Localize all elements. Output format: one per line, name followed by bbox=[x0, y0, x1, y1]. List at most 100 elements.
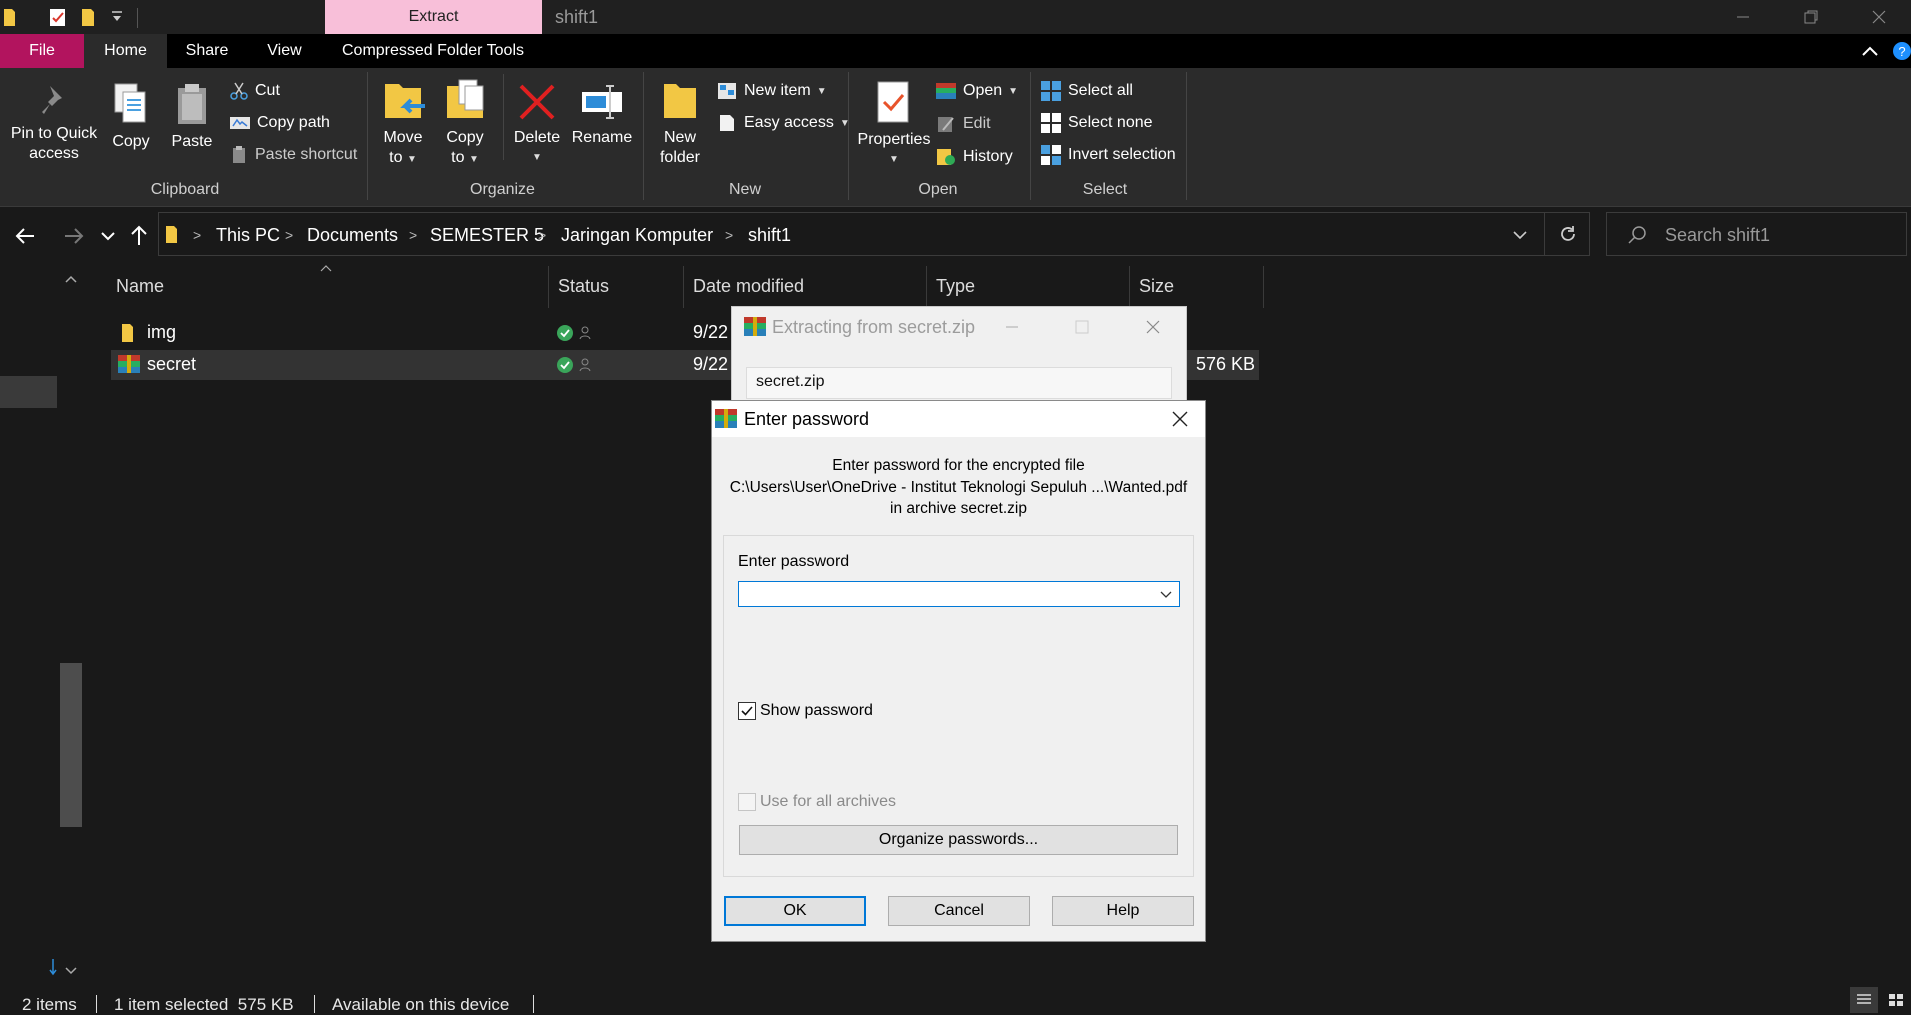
search-input[interactable] bbox=[1663, 213, 1897, 257]
password-input[interactable] bbox=[743, 584, 1147, 606]
scrollbar-thumb[interactable] bbox=[60, 663, 82, 827]
copy-button[interactable]: Copy bbox=[106, 82, 156, 152]
breadcrumb-this-pc[interactable]: This PC bbox=[216, 213, 280, 257]
progress-close-button[interactable] bbox=[1145, 319, 1161, 335]
show-password-option[interactable]: Show password bbox=[738, 702, 873, 720]
column-divider[interactable] bbox=[1129, 266, 1130, 308]
help-button[interactable]: ? bbox=[1892, 41, 1911, 61]
properties-button[interactable]: Properties ▼ bbox=[856, 80, 932, 170]
password-history-dropdown[interactable] bbox=[1158, 586, 1174, 602]
cancel-button[interactable]: Cancel bbox=[888, 896, 1030, 926]
dialog-close-button[interactable] bbox=[1171, 410, 1189, 428]
dialog-title-bar: Enter password bbox=[712, 401, 1205, 437]
chevron-up-icon bbox=[65, 275, 77, 283]
show-password-label: Show password bbox=[760, 702, 873, 719]
invert-selection-button[interactable]: Invert selection bbox=[1040, 142, 1176, 168]
breadcrumb-separator[interactable]: > bbox=[538, 213, 546, 257]
open-group-label: Open bbox=[918, 181, 958, 198]
delete-button[interactable]: Delete ▼ bbox=[512, 82, 562, 168]
column-divider[interactable] bbox=[1263, 266, 1264, 308]
history-button[interactable]: History bbox=[935, 144, 1013, 170]
edit-button[interactable]: Edit bbox=[935, 111, 991, 137]
back-button[interactable] bbox=[14, 224, 38, 248]
properties-quick-icon[interactable] bbox=[48, 6, 68, 28]
search-box[interactable] bbox=[1606, 212, 1907, 257]
breadcrumb-shift1[interactable]: shift1 bbox=[748, 213, 791, 257]
select-none-button[interactable]: Select none bbox=[1040, 110, 1153, 136]
forward-button[interactable] bbox=[61, 224, 85, 248]
divider bbox=[533, 995, 534, 1013]
minimize-icon bbox=[1006, 326, 1018, 328]
up-button[interactable] bbox=[127, 224, 151, 248]
column-divider[interactable] bbox=[548, 266, 549, 308]
breadcrumb-semester-5[interactable]: SEMESTER 5 bbox=[430, 213, 544, 257]
recent-locations-button[interactable] bbox=[100, 228, 116, 244]
details-view-button[interactable] bbox=[1850, 987, 1878, 1013]
tab-file[interactable]: File bbox=[0, 34, 84, 68]
cut-button[interactable]: Cut bbox=[229, 78, 280, 104]
column-divider[interactable] bbox=[683, 266, 684, 308]
tab-share[interactable]: Share bbox=[167, 34, 247, 68]
column-divider[interactable] bbox=[926, 266, 927, 308]
tab-home[interactable]: Home bbox=[84, 34, 167, 68]
column-header-size[interactable]: Size bbox=[1139, 276, 1174, 297]
large-icons-view-button[interactable] bbox=[1882, 987, 1910, 1013]
info-line-1: Enter password for the encrypted file bbox=[832, 457, 1085, 474]
new-item-label: New item bbox=[744, 82, 811, 99]
address-bar[interactable]: > This PC > Documents > SEMESTER 5 > Jar… bbox=[158, 212, 1590, 256]
edit-icon bbox=[938, 117, 954, 132]
tab-view[interactable]: View bbox=[247, 34, 322, 68]
paste-shortcut-button[interactable]: Paste shortcut bbox=[229, 142, 357, 168]
column-header-status[interactable]: Status bbox=[558, 276, 609, 297]
breadcrumb-jaringan-komputer[interactable]: Jaringan Komputer bbox=[561, 213, 713, 257]
refresh-button[interactable] bbox=[1544, 213, 1591, 255]
breadcrumb-separator[interactable]: > bbox=[725, 213, 733, 257]
rename-button[interactable]: Rename bbox=[570, 82, 634, 148]
easy-access-button[interactable]: Easy access ▼ bbox=[716, 110, 850, 136]
close-button[interactable] bbox=[1845, 0, 1911, 34]
tab-compressed-folder-tools[interactable]: Compressed Folder Tools bbox=[330, 34, 536, 68]
group-separator bbox=[643, 72, 644, 200]
breadcrumb-separator[interactable]: > bbox=[409, 213, 417, 257]
ribbon: Pin to Quick access Copy Paste Cut Copy … bbox=[0, 68, 1911, 207]
properties-dropdown-caret[interactable]: ▼ bbox=[856, 150, 932, 170]
column-header-type[interactable]: Type bbox=[936, 276, 975, 297]
extract-context-tab[interactable]: Extract bbox=[325, 0, 542, 34]
select-all-button[interactable]: Select all bbox=[1040, 78, 1133, 104]
column-header-date-modified[interactable]: Date modified bbox=[693, 276, 804, 297]
copy-path-button[interactable]: Copy path bbox=[229, 110, 330, 136]
scroll-up-button[interactable] bbox=[64, 272, 78, 286]
delete-label: Delete bbox=[513, 129, 561, 146]
breadcrumb-documents[interactable]: Documents bbox=[307, 213, 398, 257]
column-header-name[interactable]: Name bbox=[116, 276, 164, 297]
collapse-ribbon-button[interactable] bbox=[1860, 41, 1880, 61]
restore-button[interactable] bbox=[1777, 0, 1845, 34]
show-password-checkbox[interactable] bbox=[738, 702, 756, 720]
help-button[interactable]: Help bbox=[1052, 896, 1194, 926]
password-combobox[interactable] bbox=[738, 581, 1180, 607]
progress-minimize-button[interactable] bbox=[1004, 319, 1020, 335]
pin-to-quick-access-button[interactable]: Pin to Quick access bbox=[8, 82, 100, 164]
delete-dropdown-caret[interactable]: ▼ bbox=[512, 148, 562, 168]
scroll-down-button[interactable] bbox=[64, 964, 78, 978]
breadcrumb-separator[interactable]: > bbox=[285, 213, 293, 257]
checkmark-icon bbox=[741, 706, 753, 716]
new-item-button[interactable]: New item ▼ bbox=[716, 78, 827, 104]
ok-button[interactable]: OK bbox=[724, 896, 866, 926]
cut-label: Cut bbox=[255, 82, 280, 99]
customize-toolbar-icon[interactable] bbox=[111, 10, 123, 24]
copy-to-button[interactable]: Copy to ▼ bbox=[440, 78, 490, 170]
nav-pane-selected-item[interactable] bbox=[0, 376, 57, 408]
paste-button[interactable]: Paste bbox=[167, 82, 217, 152]
new-folder-button[interactable]: New folder bbox=[655, 78, 705, 168]
properties-label: Properties bbox=[857, 131, 931, 148]
breadcrumb-separator[interactable]: > bbox=[193, 213, 201, 257]
move-to-button[interactable]: Move to ▼ bbox=[378, 78, 428, 170]
organize-passwords-button[interactable]: Organize passwords... bbox=[739, 825, 1178, 855]
address-dropdown-button[interactable] bbox=[1512, 227, 1528, 243]
enter-password-dialog: Enter password Enter password for the en… bbox=[711, 400, 1206, 942]
open-button[interactable]: Open ▼ bbox=[935, 78, 1018, 104]
chevron-down-icon bbox=[101, 232, 115, 241]
minimize-button[interactable] bbox=[1709, 0, 1777, 34]
new-folder-quick-icon[interactable] bbox=[81, 6, 99, 28]
